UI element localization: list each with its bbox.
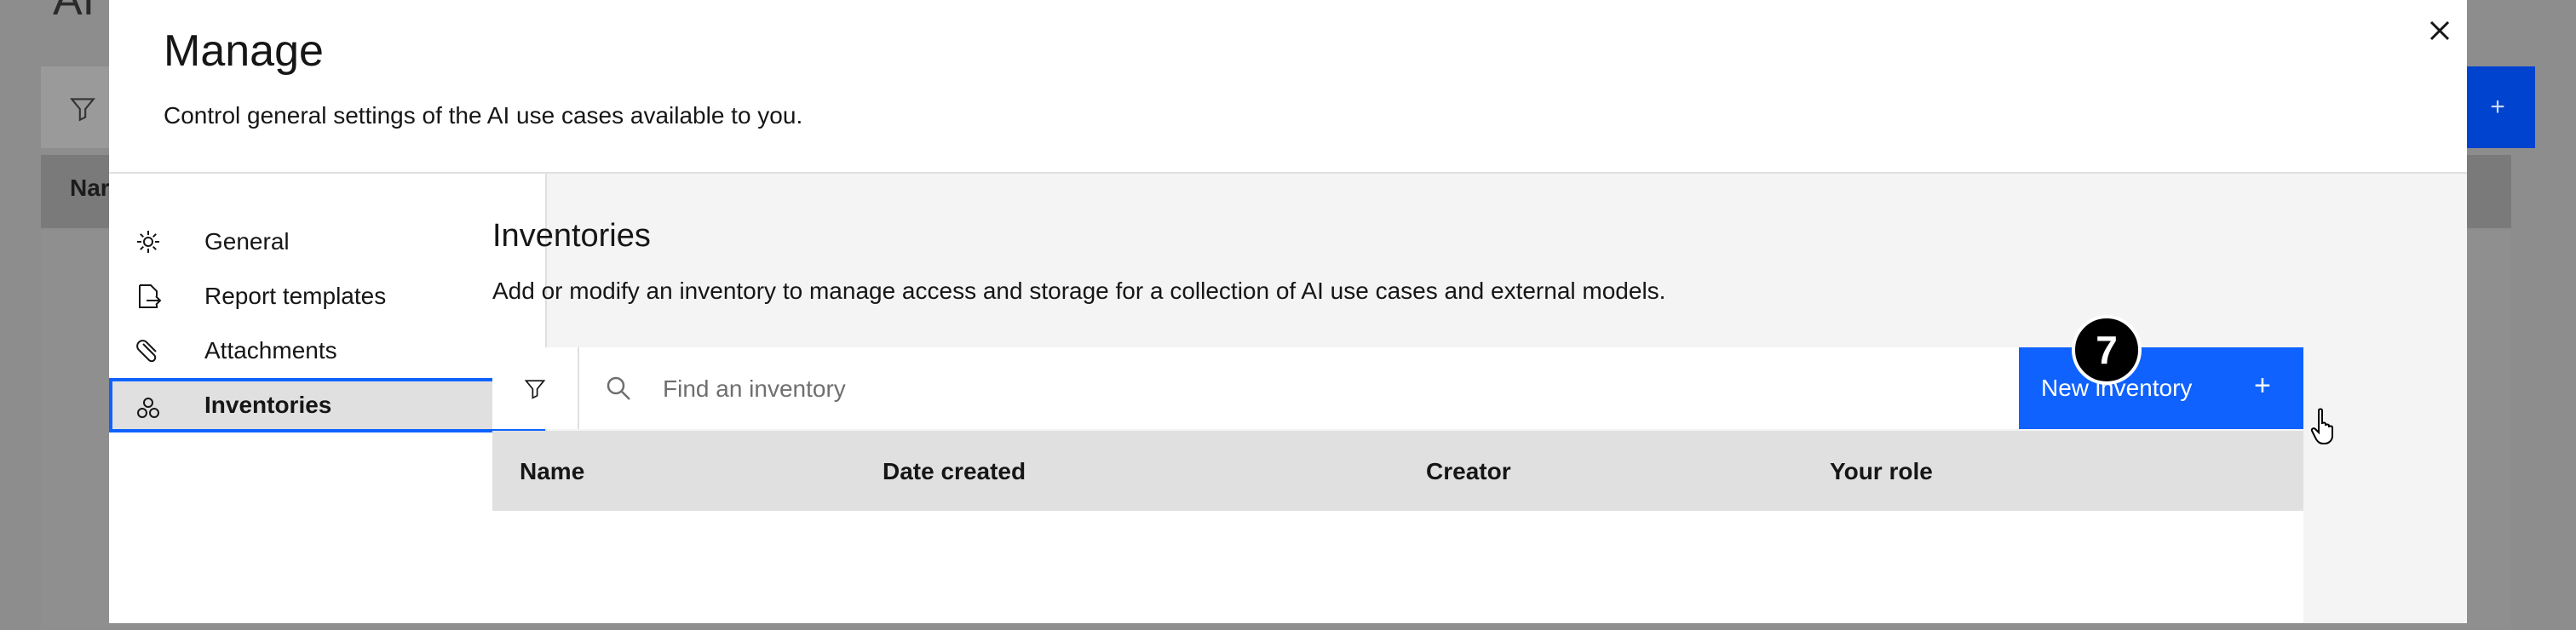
search-input[interactable]	[661, 368, 1942, 410]
sidebar-item-general[interactable]: General	[109, 215, 545, 269]
column-header-creator[interactable]: Creator	[1426, 458, 1511, 485]
sidebar-item-label: Report templates	[204, 283, 387, 309]
section-description: Add or modify an inventory to manage acc…	[492, 278, 1666, 304]
background-filter-icon	[70, 98, 95, 122]
column-header-date-created[interactable]: Date created	[883, 458, 1026, 485]
close-button[interactable]	[2414, 5, 2465, 56]
plus-icon: +	[2254, 369, 2271, 402]
background-page-title: AI	[53, 0, 95, 25]
sidebar-item-label: Attachments	[204, 337, 337, 364]
inventory-icon	[137, 398, 159, 418]
search-box	[579, 347, 2027, 429]
document-export-icon	[139, 284, 162, 308]
table-header: Name Date created Creator Your role	[492, 431, 2303, 511]
filter-button[interactable]	[492, 347, 579, 429]
new-inventory-button[interactable]: New inventory +	[2019, 347, 2303, 429]
inventory-toolbar: New inventory +	[492, 347, 2303, 429]
background-add-button: +	[2460, 66, 2535, 148]
column-header-your-role[interactable]: Your role	[1830, 458, 1933, 485]
close-icon	[2429, 20, 2450, 41]
background-header-text: Nar	[70, 175, 110, 201]
modal-header: Manage Control general settings of the A…	[109, 0, 2467, 174]
gear-icon	[137, 231, 159, 253]
modal-title: Manage	[164, 26, 324, 76]
hand-pointer-cursor-icon	[2310, 408, 2333, 444]
modal-subtitle: Control general settings of the AI use c…	[164, 102, 803, 129]
column-header-name[interactable]: Name	[520, 458, 584, 485]
step-badge: 7	[2072, 315, 2142, 385]
paperclip-icon	[136, 340, 157, 363]
search-icon	[607, 376, 630, 400]
section-title: Inventories	[492, 218, 651, 254]
sidebar-item-label: Inventories	[204, 392, 332, 418]
filter-icon	[524, 380, 546, 399]
table-body	[492, 511, 2303, 623]
settings-sidebar: General Report templates Attachments Inv…	[109, 174, 547, 623]
sidebar-item-attachments[interactable]: Attachments	[109, 324, 545, 378]
sidebar-item-report-templates[interactable]: Report templates	[109, 269, 545, 324]
sidebar-item-inventories[interactable]: Inventories	[109, 378, 545, 432]
sidebar-item-label: General	[204, 228, 290, 255]
